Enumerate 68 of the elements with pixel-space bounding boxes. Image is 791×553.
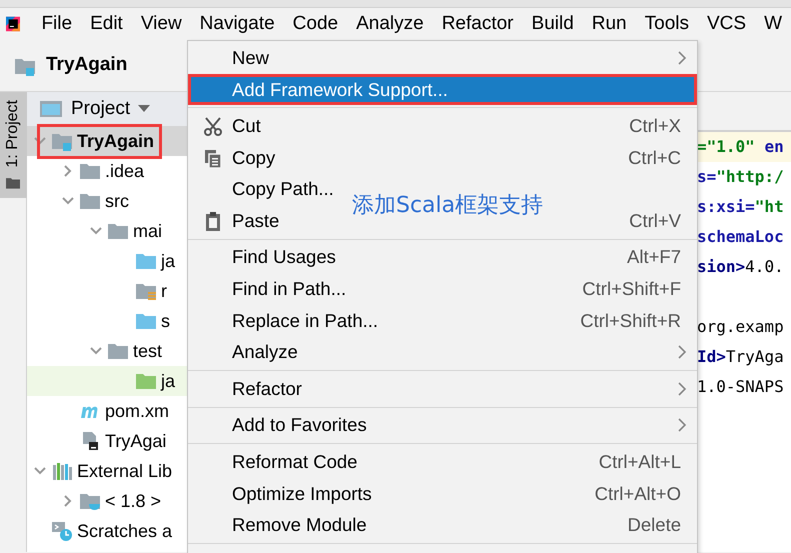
tree-item[interactable]: test xyxy=(133,338,162,364)
menu-bar-item[interactable]: Analyze xyxy=(347,10,433,38)
tree-item[interactable]: pom.xm xyxy=(105,398,170,424)
tree-item[interactable]: r xyxy=(161,278,167,304)
source-folder-icon xyxy=(135,251,157,271)
tree-item[interactable]: < 1.8 > xyxy=(105,488,162,514)
folder-icon xyxy=(107,341,129,361)
project-title: TryAgain xyxy=(46,53,128,78)
tree-item[interactable]: src xyxy=(105,188,129,214)
tool-tab-label: 1: Project xyxy=(3,100,22,168)
menu-item[interactable]: Reformat Code Ctrl+Alt+L xyxy=(188,446,697,478)
annotation-text: 添加Scala框架支持 xyxy=(352,192,544,220)
tree-item[interactable]: s xyxy=(161,308,170,334)
folder-icon xyxy=(107,221,129,241)
menu-item[interactable]: Find Usages Alt+F7 xyxy=(188,242,697,274)
menu-item[interactable]: Add Framework Support... xyxy=(188,74,697,106)
menu-bar-item[interactable]: Refactor xyxy=(432,10,523,38)
menu-item[interactable]: Refactor xyxy=(188,372,697,405)
tree-item[interactable]: ja xyxy=(161,368,176,394)
module-folder-icon xyxy=(51,131,73,151)
menu-bar-item[interactable]: Code xyxy=(284,10,348,38)
menu-bar-item[interactable]: VCS xyxy=(698,10,756,38)
folder-icon xyxy=(5,176,21,190)
project-view-icon xyxy=(39,99,63,119)
folder-icon xyxy=(79,161,101,181)
tree-item[interactable]: Scratches a xyxy=(77,518,172,544)
code-line: s:xsi="ht xyxy=(697,197,784,216)
menu-bar-item[interactable]: File xyxy=(32,10,82,38)
code-line: ="1.0" en xyxy=(697,137,784,156)
code-line: schemaLoc xyxy=(697,227,784,246)
paste-icon xyxy=(203,210,223,231)
libraries-icon xyxy=(51,461,73,481)
source-folder-icon xyxy=(135,311,157,331)
menu-bar-item[interactable]: Tools xyxy=(636,10,698,38)
menu-item[interactable]: Find in Path... Ctrl+Shift+F xyxy=(188,273,697,305)
menu-item[interactable]: Analyze xyxy=(188,336,697,368)
menu-bar-item[interactable]: Build xyxy=(522,10,583,38)
copy-icon xyxy=(203,148,223,168)
resources-folder-icon xyxy=(135,281,157,301)
menu-item[interactable]: Replace in Path... Ctrl+Shift+R xyxy=(188,304,697,336)
menu-item[interactable]: Remove Module Delete xyxy=(188,509,697,541)
menu-bar-item[interactable]: W xyxy=(755,10,791,38)
menu-item[interactable]: Optimize Imports Ctrl+Alt+O xyxy=(188,478,697,510)
scratches-icon xyxy=(51,521,73,541)
folder-icon xyxy=(79,191,101,211)
tree-item[interactable]: ja xyxy=(161,248,176,274)
tree-item[interactable]: TryAgai xyxy=(105,428,166,454)
code-line: s="http:/ xyxy=(697,167,784,186)
tree-item[interactable]: .idea xyxy=(105,158,144,184)
cut-icon xyxy=(203,116,223,136)
code-line: sion>4.0. xyxy=(697,257,784,276)
menu-bar-item[interactable]: Navigate xyxy=(190,10,284,38)
tree-item[interactable]: External Lib xyxy=(77,458,172,484)
menu-item[interactable]: Copy Ctrl+C xyxy=(188,142,697,174)
code-line: org.examp xyxy=(697,317,784,336)
code-line: Id>TryAga xyxy=(697,347,784,366)
menu-bar-item[interactable]: Run xyxy=(582,10,636,38)
menu-bar-item[interactable]: Edit xyxy=(81,10,132,38)
menu-item[interactable]: New xyxy=(188,42,697,74)
test-folder-icon xyxy=(135,371,157,391)
menu-bar-item[interactable]: View xyxy=(132,10,191,38)
jdk-folder-icon xyxy=(79,491,101,511)
tree-item[interactable]: mai xyxy=(133,218,162,244)
dropdown-caret-icon xyxy=(138,105,150,113)
menu-item[interactable]: Cut Ctrl+X xyxy=(188,110,697,142)
code-line: 1.0-SNAPS xyxy=(697,377,784,396)
menu-item[interactable]: Add to Favorites xyxy=(188,410,697,442)
project-tool-tab[interactable]: 1: Project xyxy=(0,92,26,198)
